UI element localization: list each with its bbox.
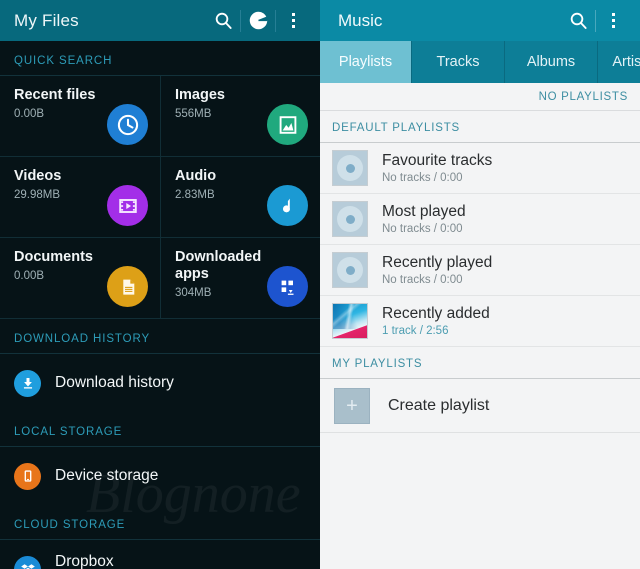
music-app: Music Playlists Tracks Albums Artists NO… (320, 0, 640, 569)
playlist-subtitle: No tracks / 0:00 (382, 172, 463, 184)
status-badge: NO PLAYLISTS (320, 83, 640, 111)
disc-thumbnail-icon (332, 252, 368, 288)
search-icon[interactable] (561, 0, 595, 41)
tab-playlists[interactable]: Playlists (320, 41, 412, 83)
list-item-text: Dropbox Not signed in. (55, 553, 125, 569)
playlist-meta: Recently played No tracks / 0:00 (382, 254, 492, 286)
list-item-dropbox[interactable]: Dropbox Not signed in. (0, 540, 320, 569)
audio-icon (267, 185, 308, 226)
playlist-meta: Recently added 1 track / 2:56 (382, 305, 490, 337)
my-files-action-bar (206, 0, 310, 41)
disc-thumbnail-icon (332, 201, 368, 237)
playlist-subtitle: No tracks / 0:00 (382, 274, 463, 286)
list-item-text: Download history (55, 374, 174, 392)
divider (240, 9, 241, 32)
more-options-icon[interactable] (596, 0, 630, 41)
playlist-row-recently-added[interactable]: Recently added 1 track / 2:56 (320, 296, 640, 347)
section-header-cloud-storage: CLOUD STORAGE (0, 505, 320, 540)
list-item-label: Dropbox (55, 553, 114, 569)
videos-icon (107, 185, 148, 226)
list-item-label: Device storage (55, 467, 159, 484)
tile-documents[interactable]: Documents 0.00B (0, 238, 160, 318)
quick-search-row: Recent files 0.00B Images 556MB (0, 76, 320, 157)
tile-title: Downloaded apps (175, 249, 262, 282)
dropbox-icon (14, 555, 41, 569)
section-header-default-playlists: DEFAULT PLAYLISTS (320, 111, 640, 143)
search-icon[interactable] (206, 0, 240, 41)
playlist-meta: Create playlist (384, 397, 489, 415)
my-files-app: My Files Blognone QUICK SEARCH Recent fi… (0, 0, 320, 569)
quick-search-row: Videos 29.98MB Audio 2.83MB (0, 157, 320, 238)
playlist-subtitle: 1 track / 2:56 (382, 325, 449, 337)
playlist-name: Recently added (382, 305, 490, 322)
section-header-my-playlists: MY PLAYLISTS (320, 347, 640, 379)
section-header-local-storage: LOCAL STORAGE (0, 412, 320, 447)
device-storage-icon (14, 462, 41, 490)
my-files-title: My Files (14, 10, 79, 30)
playlist-subtitle: No tracks / 0:00 (382, 223, 463, 235)
download-icon (14, 369, 41, 397)
tab-tracks[interactable]: Tracks (412, 41, 505, 83)
quick-search-grid: Recent files 0.00B Images 556MB Videos 2… (0, 76, 320, 319)
tile-images[interactable]: Images 556MB (160, 76, 320, 156)
create-playlist-label: Create playlist (388, 396, 490, 414)
tile-title: Recent files (14, 87, 96, 103)
playlist-name: Recently played (382, 254, 493, 271)
playlist-meta: Favourite tracks No tracks / 0:00 (382, 152, 492, 184)
quick-search-row: Documents 0.00B Downloaded apps 304MB (0, 238, 320, 319)
tile-recent-files[interactable]: Recent files 0.00B (0, 76, 160, 156)
section-header-download-history: DOWNLOAD HISTORY (0, 319, 320, 354)
playlist-row-favourite-tracks[interactable]: Favourite tracks No tracks / 0:00 (320, 143, 640, 194)
tab-artists[interactable]: Artists (598, 41, 640, 83)
recent-files-icon (107, 104, 148, 145)
music-title: Music (338, 10, 383, 30)
images-icon (267, 104, 308, 145)
tile-title: Audio (175, 168, 217, 184)
music-tab-bar: Playlists Tracks Albums Artists (320, 41, 640, 83)
more-options-icon[interactable] (276, 0, 310, 41)
playlist-name: Favourite tracks (382, 152, 493, 169)
album-art-thumbnail (332, 303, 368, 339)
playlist-row-recently-played[interactable]: Recently played No tracks / 0:00 (320, 245, 640, 296)
tab-albums[interactable]: Albums (505, 41, 598, 83)
list-item-download-history[interactable]: Download history (0, 354, 320, 412)
disc-thumbnail-icon (332, 150, 368, 186)
storage-usage-icon[interactable] (241, 0, 275, 41)
tile-downloaded-apps[interactable]: Downloaded apps 304MB (160, 238, 320, 318)
documents-icon (107, 266, 148, 307)
playlist-name: Most played (382, 203, 466, 220)
playlist-meta: Most played No tracks / 0:00 (382, 203, 466, 235)
list-item-text: Device storage (55, 467, 158, 485)
tile-title: Documents (14, 249, 93, 265)
my-files-appbar: My Files (0, 0, 320, 41)
split-screen-container: My Files Blognone QUICK SEARCH Recent fi… (0, 0, 640, 569)
music-appbar: Music (320, 0, 640, 41)
list-item-label: Download history (55, 374, 174, 391)
tile-title: Images (175, 87, 225, 103)
section-header-quick-search: QUICK SEARCH (0, 41, 320, 76)
plus-icon: + (334, 387, 370, 424)
create-playlist-button[interactable]: + Create playlist (320, 379, 640, 433)
downloaded-apps-icon (267, 266, 308, 307)
tile-title: Videos (14, 168, 62, 184)
divider (275, 9, 276, 32)
tile-audio[interactable]: Audio 2.83MB (160, 157, 320, 237)
list-item-device-storage[interactable]: Device storage (0, 447, 320, 505)
tile-videos[interactable]: Videos 29.98MB (0, 157, 160, 237)
playlist-row-most-played[interactable]: Most played No tracks / 0:00 (320, 194, 640, 245)
